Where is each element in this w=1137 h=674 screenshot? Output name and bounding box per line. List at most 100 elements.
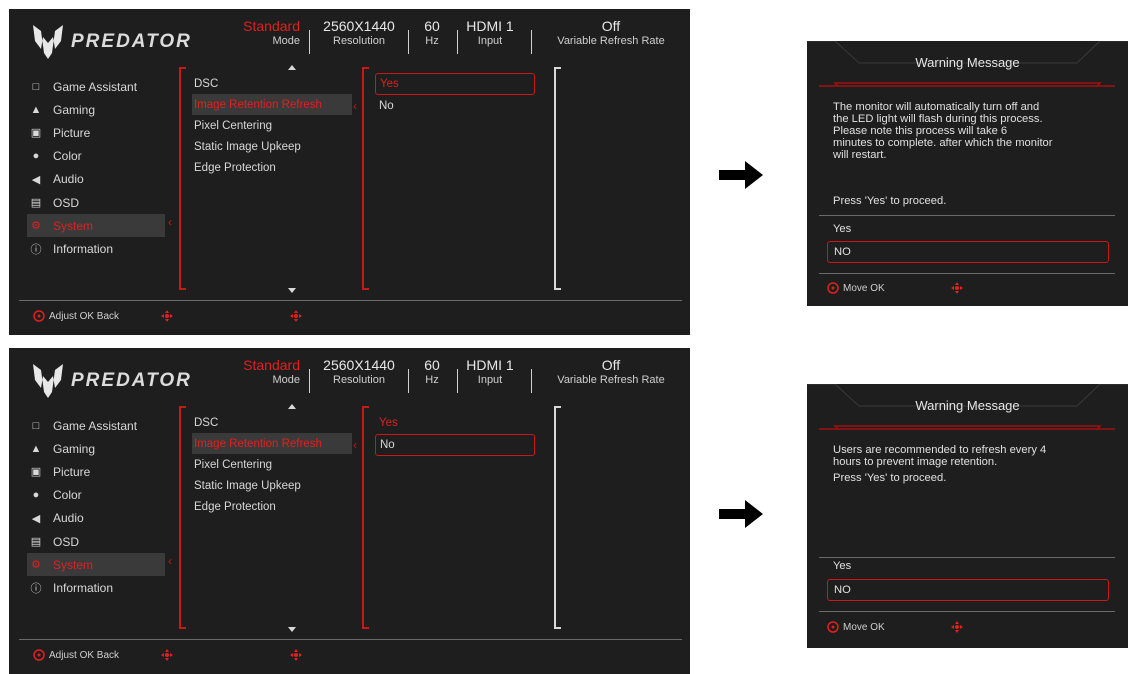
status-divider xyxy=(531,30,532,54)
input-value: HDMI 1 xyxy=(466,18,514,34)
sidebar-item-game-assistant[interactable]: □ Game Assistant xyxy=(27,414,167,437)
submenu-item-static-image-upkeep[interactable]: Static Image Upkeep xyxy=(192,475,352,496)
palette-icon: ● xyxy=(32,150,40,163)
dpad-icon xyxy=(951,621,963,633)
mode-value: Standard xyxy=(243,357,300,373)
dialog-title: Warning Message xyxy=(915,55,1020,70)
brand-name: PREDATOR xyxy=(71,370,192,391)
right-arrow-icon xyxy=(719,500,763,528)
submenu-item-pixel-centering[interactable]: Pixel Centering xyxy=(192,454,352,475)
sidebar-item-information[interactable]: ⓘ Information xyxy=(27,237,167,260)
status-divider xyxy=(408,369,409,393)
resolution-value: 2560X1440 xyxy=(323,18,395,34)
option-no[interactable]: No xyxy=(375,434,535,456)
option-no[interactable]: No xyxy=(375,95,535,117)
sidebar-item-label: Color xyxy=(53,149,82,164)
sidebar-item-picture[interactable]: ▣ Picture xyxy=(27,121,167,144)
sidebar-item-gaming[interactable]: ▲ Gaming xyxy=(27,437,167,460)
sidebar-item-color[interactable]: ● Color xyxy=(27,484,167,507)
dialog-divider xyxy=(819,215,1115,216)
input-label: Input xyxy=(477,35,503,47)
footer-hint: Adjust OK Back xyxy=(33,310,119,322)
info-icon: ⓘ xyxy=(30,243,42,256)
resolution-label: Resolution xyxy=(333,35,385,47)
status-divider xyxy=(457,30,458,54)
submenu-item-image-retention-refresh[interactable]: Image Retention Refresh xyxy=(192,94,352,115)
scroll-up-icon[interactable] xyxy=(288,404,296,409)
options-bracket xyxy=(362,67,369,290)
footer-label: Adjust OK Back xyxy=(49,310,120,322)
submenu-item-image-retention-refresh[interactable]: Image Retention Refresh xyxy=(192,433,352,454)
dialog-option-no[interactable]: NO xyxy=(827,241,1109,263)
message-line: will restart. xyxy=(833,149,887,161)
gamepad-icon: ▲ xyxy=(30,103,42,116)
dialog-divider xyxy=(819,273,1115,274)
sidebar-item-system[interactable]: ⚙ System xyxy=(27,214,165,238)
sidebar-item-game-assistant[interactable]: □ Game Assistant xyxy=(27,75,167,98)
status-mode: Standard Mode xyxy=(234,357,300,401)
gamepad-icon: ▲ xyxy=(30,442,42,455)
submenu-item-edge-protection[interactable]: Edge Protection xyxy=(192,157,352,178)
refresh-label: Hz xyxy=(425,374,439,386)
sidebar-item-audio[interactable]: ◀ Audio xyxy=(27,168,167,191)
scroll-down-icon[interactable] xyxy=(288,627,296,632)
sidebar-item-label: Game Assistant xyxy=(53,418,138,433)
sidebar-item-information[interactable]: ⓘ Information xyxy=(27,576,167,599)
dialog-option-no[interactable]: NO xyxy=(827,579,1109,601)
dpad-icon xyxy=(290,310,302,322)
submenu-item-pixel-centering[interactable]: Pixel Centering xyxy=(192,115,352,136)
detail-bracket xyxy=(554,67,561,290)
dialog-message: Users are recommended to refresh every 4… xyxy=(833,444,1105,468)
speaker-icon: ◀ xyxy=(31,173,41,186)
picture-icon: ▣ xyxy=(30,127,42,140)
picture-icon: ▣ xyxy=(30,466,42,479)
dialog-option-yes[interactable]: Yes xyxy=(827,218,1109,240)
sidebar-item-label: Gaming xyxy=(53,102,96,117)
submenu-item-dsc[interactable]: DSC xyxy=(192,412,352,433)
sidebar-item-system[interactable]: ⚙ System xyxy=(27,553,165,577)
sidebar-item-label: OSD xyxy=(53,195,80,210)
submenu-item-dsc[interactable]: DSC xyxy=(192,73,352,94)
scroll-down-icon[interactable] xyxy=(288,288,296,293)
status-divider xyxy=(457,369,458,393)
mode-label: Mode xyxy=(272,35,300,47)
message-line: Please note this process will take 6 xyxy=(833,125,1008,137)
sidebar-item-label: Game Assistant xyxy=(53,79,138,94)
status-resolution: 2560X1440 Resolution xyxy=(319,357,399,401)
dpad-icon xyxy=(290,649,302,661)
dialog-option-yes[interactable]: Yes xyxy=(827,555,1109,577)
message-line: Users are recommended to refresh every 4 xyxy=(833,444,1047,456)
dpad-icon xyxy=(161,310,173,322)
sidebar-item-audio[interactable]: ◀ Audio xyxy=(27,507,167,530)
submenu-item-edge-protection[interactable]: Edge Protection xyxy=(192,496,352,517)
submenu-item-static-image-upkeep[interactable]: Static Image Upkeep xyxy=(192,136,352,157)
sidebar-item-color[interactable]: ● Color xyxy=(27,145,167,168)
sidebar-item-label: OSD xyxy=(53,534,80,549)
sidebar-item-label: Audio xyxy=(53,511,84,526)
palette-icon: ● xyxy=(32,489,40,502)
warning-dialog-2: Warning Message Users are recommended to… xyxy=(807,384,1128,648)
speaker-icon: ◀ xyxy=(31,512,41,525)
sidebar-item-label: Picture xyxy=(53,464,91,479)
options-bracket xyxy=(362,406,369,629)
dpad-icon xyxy=(161,649,173,661)
sidebar-item-label: Information xyxy=(53,241,114,256)
chevron-left-icon: ‹ xyxy=(168,215,172,229)
option-yes[interactable]: Yes xyxy=(375,73,535,95)
refresh-label: Hz xyxy=(425,35,439,47)
refresh-value: 60 xyxy=(424,18,440,34)
scroll-up-icon[interactable] xyxy=(288,65,296,70)
status-divider xyxy=(309,369,310,393)
sidebar-item-picture[interactable]: ▣ Picture xyxy=(27,460,167,483)
sidebar-item-gaming[interactable]: ▲ Gaming xyxy=(27,98,167,121)
option-yes[interactable]: Yes xyxy=(375,412,535,434)
sidebar-item-osd[interactable]: ▤ OSD xyxy=(27,530,167,553)
right-arrow-icon xyxy=(719,161,763,189)
sidebar-item-label: Information xyxy=(53,580,114,595)
resolution-label: Resolution xyxy=(333,374,385,386)
footer-divider xyxy=(19,300,682,301)
brand-name: PREDATOR xyxy=(71,31,192,52)
footer-divider xyxy=(19,639,682,640)
sidebar-item-osd[interactable]: ▤ OSD xyxy=(27,191,167,214)
chevron-left-icon: ‹ xyxy=(168,554,172,568)
